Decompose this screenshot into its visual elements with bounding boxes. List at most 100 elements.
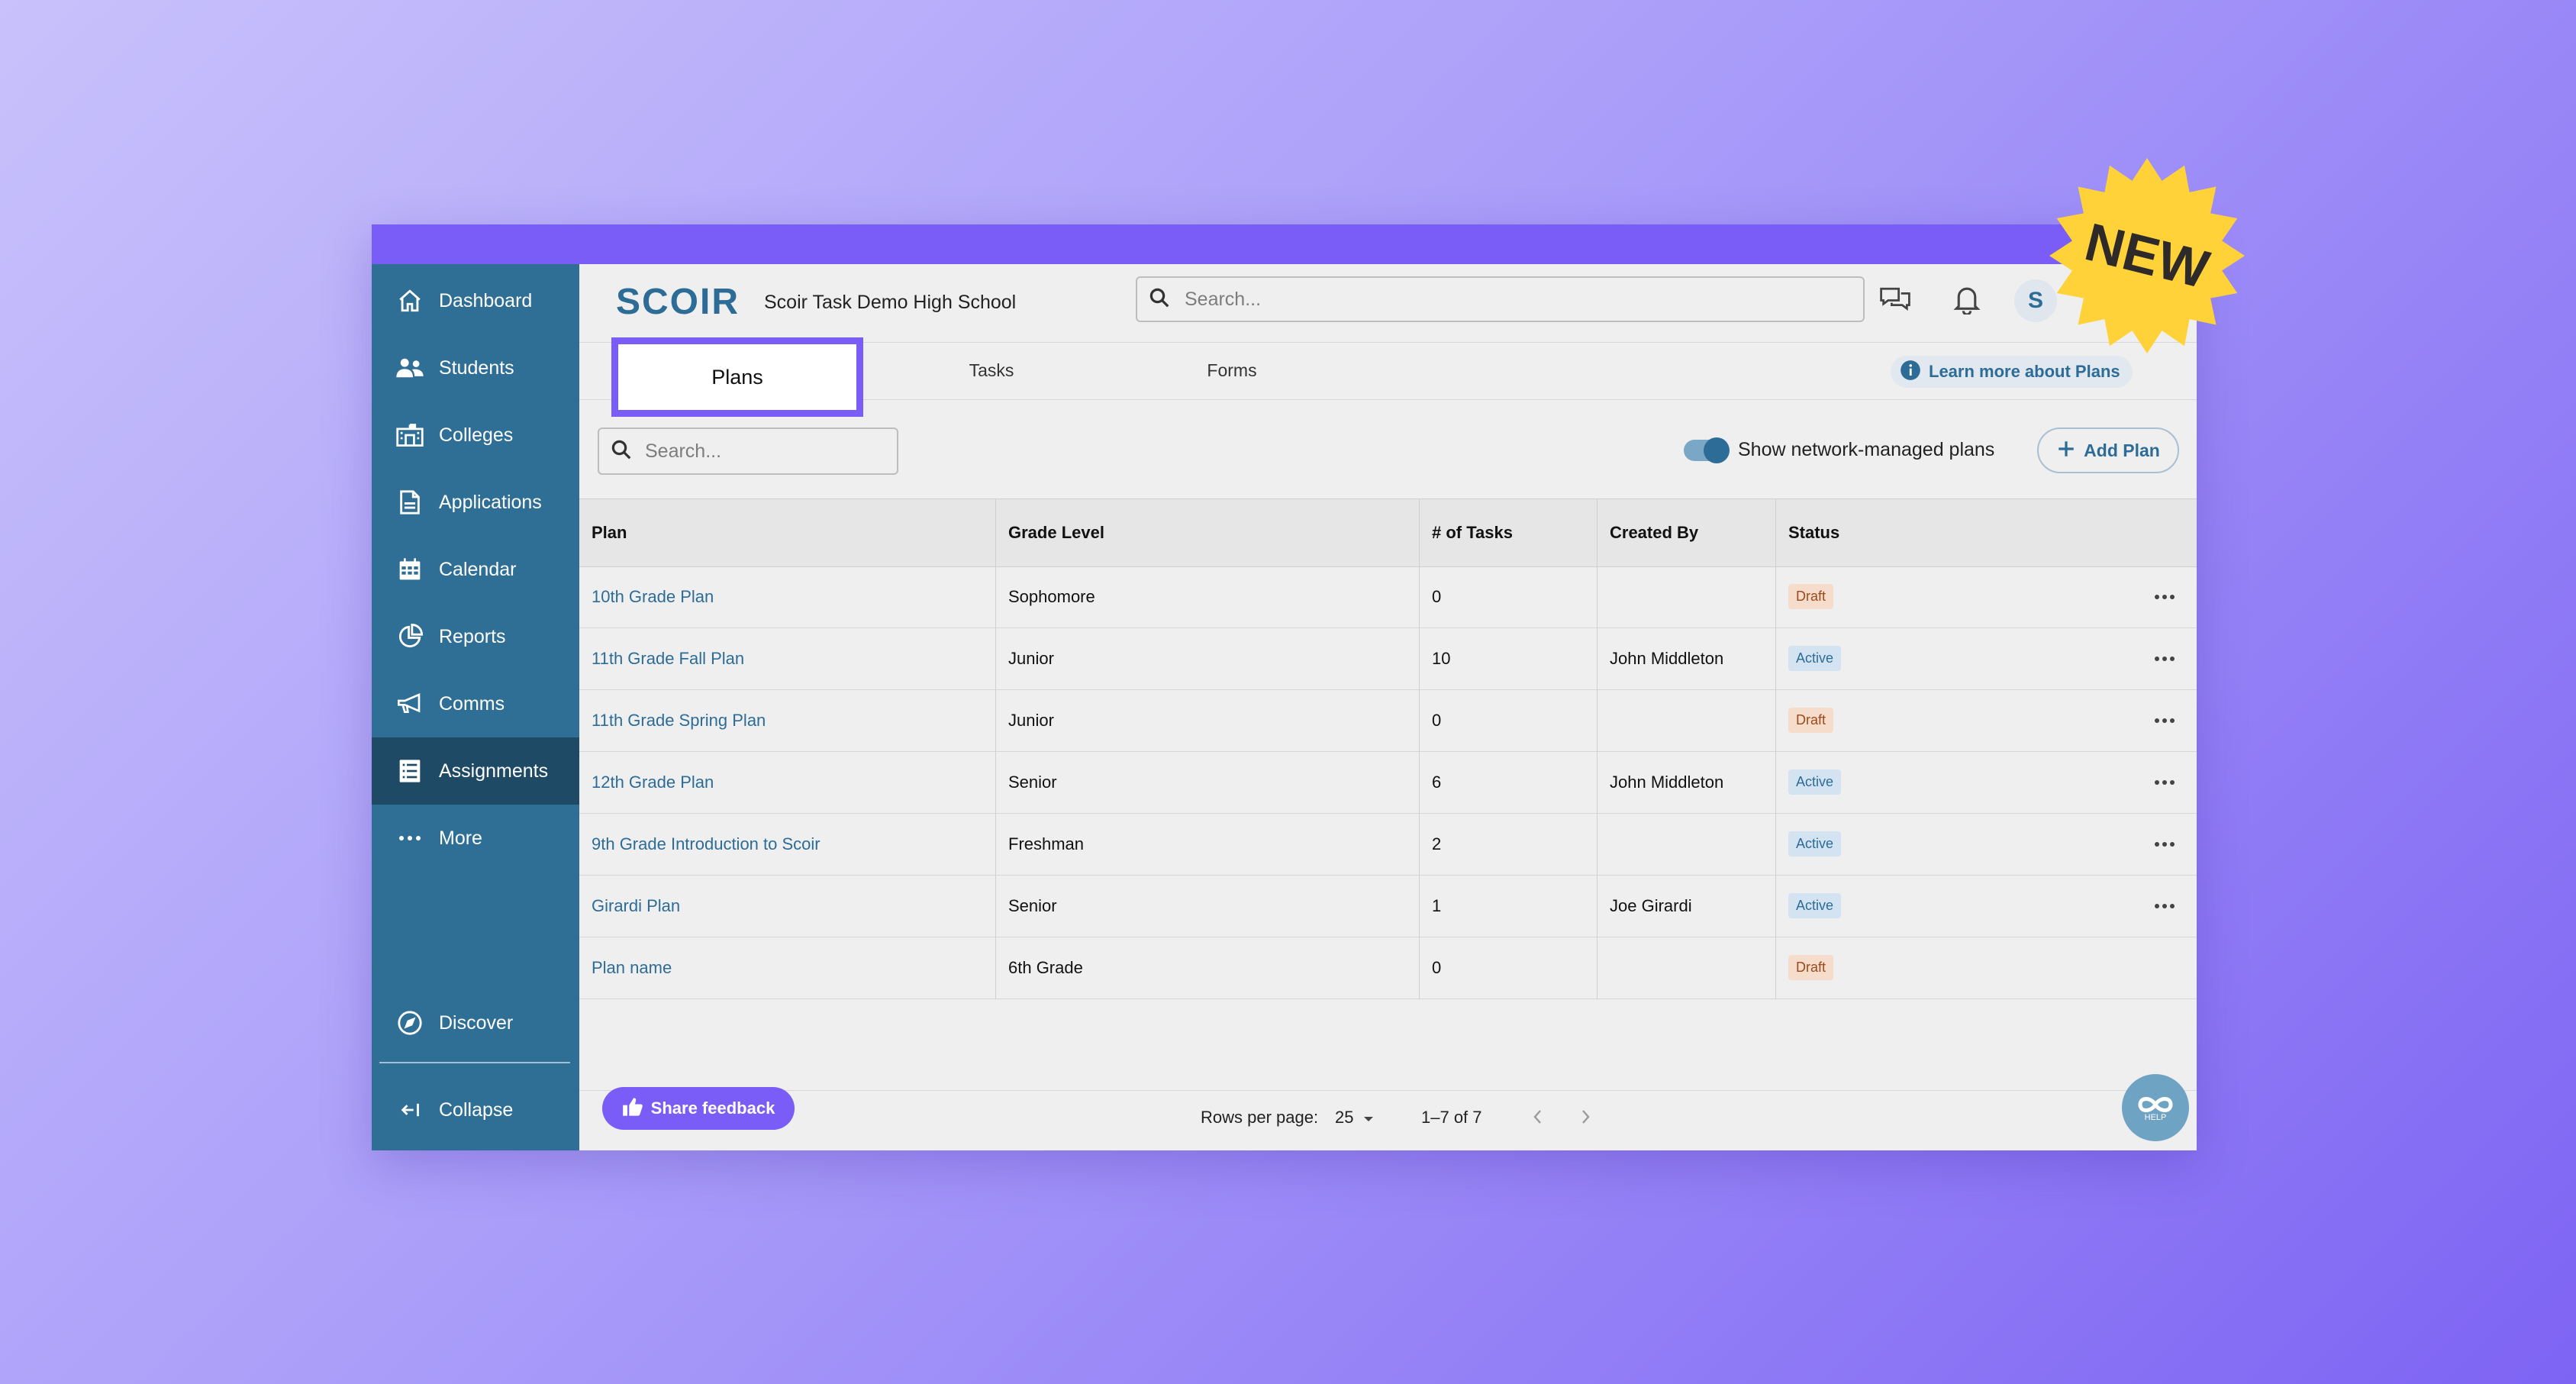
messages-icon[interactable] — [1877, 281, 1913, 318]
sidebar-item-comms[interactable]: Comms — [372, 670, 579, 737]
row-actions-menu-icon[interactable] — [2154, 751, 2175, 813]
share-feedback-button[interactable]: Share feedback — [602, 1087, 795, 1130]
tab-plans[interactable]: Plans — [611, 337, 863, 417]
column-header-created-by[interactable]: Created By — [1610, 499, 1698, 566]
plan-name-link[interactable]: Girardi Plan — [592, 875, 680, 937]
column-header-tasks[interactable]: # of Tasks — [1432, 499, 1513, 566]
column-divider — [995, 498, 996, 999]
row-actions-menu-icon[interactable] — [2154, 875, 2175, 937]
plan-name-link[interactable]: 9th Grade Introduction to Scoir — [592, 813, 821, 875]
table-row: Girardi Plan Senior 1 Joe Girardi Active — [579, 875, 2197, 937]
sidebar-collapse[interactable]: Collapse — [372, 1076, 579, 1144]
sidebar-item-calendar[interactable]: Calendar — [372, 536, 579, 603]
top-accent-strip — [372, 224, 2197, 264]
status-badge: Active — [1788, 646, 1842, 671]
rows-per-page-select[interactable]: 25 — [1335, 1108, 1375, 1128]
sidebar-item-reports[interactable]: Reports — [372, 603, 579, 670]
students-icon — [395, 353, 425, 383]
status-badge: Draft — [1788, 708, 1834, 733]
help-button[interactable]: HELP — [2122, 1074, 2189, 1141]
column-header-plan[interactable]: Plan — [592, 499, 627, 566]
help-label: HELP — [2144, 1113, 2167, 1122]
column-header-status[interactable]: Status — [1788, 499, 1839, 566]
top-header: SCOIR Scoir Task Demo High School Search… — [579, 264, 2197, 343]
task-count-cell: 2 — [1432, 834, 1442, 853]
collapse-arrow-icon — [395, 1095, 425, 1125]
list-icon — [395, 756, 425, 786]
table-row: 10th Grade Plan Sophomore 0 Draft — [579, 566, 2197, 628]
status-cell: Draft — [1788, 689, 1834, 751]
task-count-cell: 1 — [1432, 895, 1442, 915]
sidebar-item-dashboard[interactable]: Dashboard — [372, 267, 579, 334]
task-count-cell: 10 — [1432, 648, 1451, 668]
sidebar-item-assignments[interactable]: Assignments — [372, 737, 579, 805]
row-actions-menu-icon[interactable] — [2154, 813, 2175, 875]
plan-name-link[interactable]: Plan name — [592, 937, 672, 998]
table-footer: Share feedback Rows per page: 25 1–7 of … — [579, 1087, 2197, 1150]
tab-forms[interactable]: Forms — [1167, 342, 1297, 399]
sidebar-item-label: Discover — [439, 1011, 514, 1034]
status-badge: Active — [1788, 893, 1842, 918]
app-window: Dashboard Students Colleges Applications… — [372, 224, 2197, 1150]
plan-name-link[interactable]: 12th Grade Plan — [592, 751, 714, 813]
task-count-cell: 0 — [1432, 710, 1442, 730]
status-cell: Active — [1788, 813, 1842, 875]
info-icon — [1900, 360, 1921, 385]
tab-tasks[interactable]: Tasks — [927, 342, 1056, 399]
rows-per-page-label: Rows per page: — [1201, 1108, 1319, 1127]
sidebar-item-more[interactable]: More — [372, 805, 579, 872]
plan-name-link[interactable]: 11th Grade Spring Plan — [592, 689, 766, 751]
plus-icon — [2056, 439, 2076, 463]
table-row: 11th Grade Spring Plan Junior 0 Draft — [579, 689, 2197, 752]
search-icon — [1148, 286, 1171, 313]
status-cell: Active — [1788, 627, 1842, 689]
grade-level-cell: Senior — [1008, 895, 1057, 915]
home-icon — [395, 286, 425, 316]
status-badge: Draft — [1788, 584, 1834, 609]
created-by-cell: Joe Girardi — [1610, 895, 1692, 915]
add-plan-button[interactable]: Add Plan — [2037, 427, 2179, 473]
sidebar-item-label: Comms — [439, 692, 505, 715]
plans-search-input[interactable]: Search... — [598, 427, 898, 475]
status-badge: Active — [1788, 769, 1842, 795]
created-by-cell: John Middleton — [1610, 648, 1724, 668]
megaphone-icon — [395, 689, 425, 719]
pie-chart-icon — [395, 621, 425, 652]
grade-level-cell: Junior — [1008, 710, 1054, 730]
plan-name-link[interactable]: 11th Grade Fall Plan — [592, 627, 744, 689]
sidebar-item-applications[interactable]: Applications — [372, 469, 579, 536]
previous-page-button[interactable] — [1524, 1103, 1552, 1131]
global-search-input[interactable]: Search... — [1136, 276, 1865, 322]
search-icon — [610, 438, 633, 465]
row-actions-menu-icon[interactable] — [2154, 627, 2175, 689]
sidebar-item-label: Students — [439, 356, 514, 379]
sidebar: Dashboard Students Colleges Applications… — [372, 264, 579, 1150]
column-divider — [1419, 498, 1420, 999]
sidebar-item-label: Dashboard — [439, 289, 533, 311]
sidebar-item-discover[interactable]: Discover — [372, 989, 579, 1057]
column-header-grade-level[interactable]: Grade Level — [1008, 499, 1104, 566]
sidebar-item-label: Colleges — [439, 424, 514, 446]
plan-name-link[interactable]: 10th Grade Plan — [592, 566, 714, 627]
sidebar-item-colleges[interactable]: Colleges — [372, 402, 579, 469]
network-managed-toggle[interactable] — [1684, 437, 1730, 463]
sidebar-divider — [379, 1062, 570, 1063]
learn-more-label: Learn more about Plans — [1929, 362, 2120, 381]
document-icon — [395, 487, 425, 518]
sidebar-item-students[interactable]: Students — [372, 334, 579, 402]
notifications-bell-icon[interactable] — [1949, 281, 1985, 318]
chevron-down-icon — [1362, 1108, 1375, 1128]
sidebar-item-label: Collapse — [439, 1098, 514, 1121]
rows-per-page-value: 25 — [1335, 1108, 1354, 1127]
status-badge: Draft — [1788, 955, 1834, 980]
created-by-cell: John Middleton — [1610, 772, 1724, 792]
learn-more-plans-link[interactable]: Learn more about Plans — [1891, 356, 2133, 388]
status-cell: Active — [1788, 751, 1842, 813]
row-actions-menu-icon[interactable] — [2154, 689, 2175, 751]
row-actions-menu-icon[interactable] — [2154, 566, 2175, 627]
add-plan-label: Add Plan — [2084, 440, 2160, 460]
sidebar-item-label: More — [439, 827, 482, 849]
sidebar-item-label: Reports — [439, 625, 506, 647]
tabs-row: Plans Tasks Forms Learn more about Plans — [579, 337, 2197, 417]
next-page-button[interactable] — [1572, 1103, 1599, 1131]
